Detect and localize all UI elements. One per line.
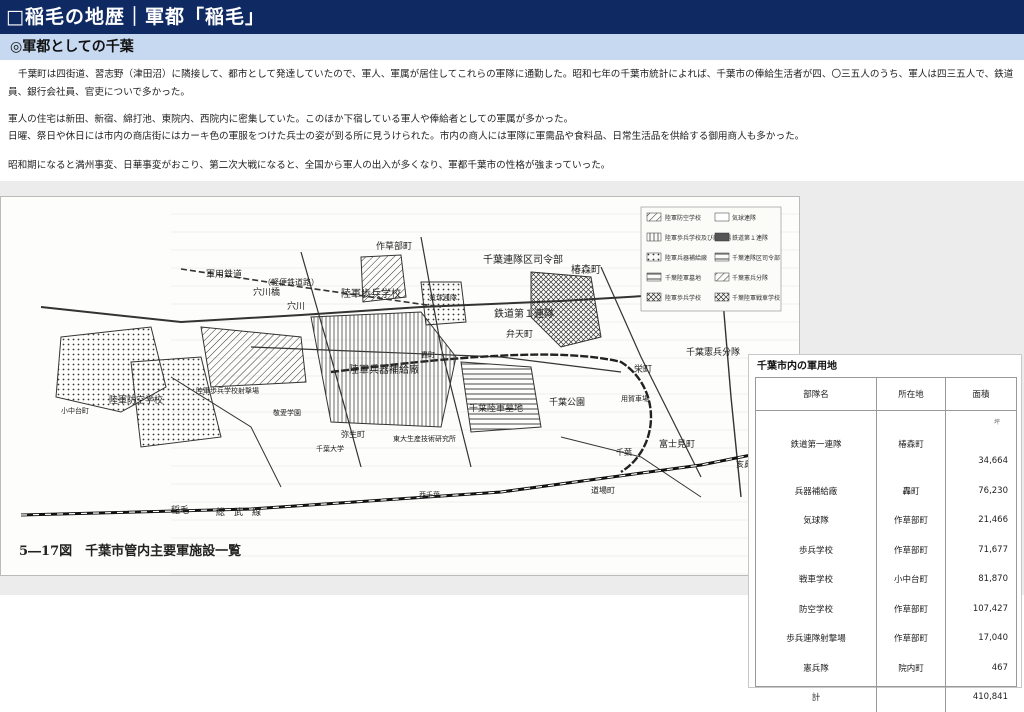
map-label-chiba-st: 千葉 [616, 447, 632, 457]
map-label-keiben: （軽便鉄道路） [263, 277, 319, 287]
cell-area: 71,677 [946, 535, 1017, 565]
cell-area-value: 34,664 [978, 456, 1008, 466]
body-paragraph-3: 日曜、祭日や休日には市内の商店街にはカーキ色の軍服をつけた兵士の姿が到る所に見う… [8, 128, 1016, 146]
cell-unit: 防空学校 [756, 594, 877, 624]
map-label-youkaido: 用賀車場 [621, 394, 649, 403]
section-heading: ◎軍都としての千葉 [0, 34, 1024, 60]
cell-area: 17,040 [946, 624, 1017, 654]
table-header-row: 部隊名 所在地 面積 [756, 378, 1016, 411]
cell-unit: 憲兵隊 [756, 653, 877, 683]
cell-area: 81,870 [946, 565, 1017, 595]
body-paragraph-1: 千葉町は四街道、習志野（津田沼）に隣接して、都市として発達していたので、軍人、軍… [8, 66, 1016, 102]
map-label-yayoi: 弥生町 [341, 429, 365, 439]
body-paragraph-4: 昭和期になると満州事変、日華事変がおこり、第二次大戦になると、全国から軍人の出入… [8, 157, 1016, 175]
map-label-shireibu: 千葉連隊区司令部 [483, 253, 563, 266]
legend-label-6: 気球連隊 [732, 214, 756, 222]
cell-unit: 兵器補給廠 [756, 476, 877, 506]
map-label-kaoru: 東大生産技術研究所 [393, 434, 456, 443]
cell-location: 作草部町 [877, 594, 946, 624]
table-title: 千葉市内の軍用地 [757, 357, 837, 372]
body-paragraph-2: 軍人の住宅は新田、新宿、綿打池、東院内、西院内に密集していた。このほか下宿してい… [8, 111, 1016, 129]
map-legend: 陸軍防空学校 陸軍歩兵学校及び射撃場 陸軍兵器補給廠 千葉陸軍墓地 陸軍歩兵学校… [641, 207, 781, 311]
column-header-unit: 部隊名 [756, 378, 877, 411]
legend-label-8: 千葉連隊区司令部 [732, 254, 780, 262]
map-label-sakusabe: 作草部町 [376, 240, 412, 252]
map-label-doai: 道場町 [591, 485, 615, 495]
map-label-hohei-shageki: 陸軍歩兵学校射撃場 [196, 386, 259, 395]
map-label-heiki: 陸軍兵器補給廠 [349, 363, 419, 376]
map-label-nishi: 西千葉 [419, 490, 440, 499]
table-row: 鉄道第一連隊 椿森町 坪 34,664 [756, 411, 1016, 477]
map-label-kikyu: 気球連隊 [429, 293, 457, 302]
area-rikugun-bochi [461, 362, 541, 432]
cell-location: 作草部町 [877, 535, 946, 565]
map-label-boku-gakko: 陸軍防空学校 [109, 394, 163, 406]
table-row: 防空学校 作草部町 107,427 [756, 594, 1016, 624]
legend-label-1: 陸軍防空学校 [665, 214, 701, 222]
map-label-chiba-univ: 千葉大学 [316, 444, 344, 453]
legend-label-5: 陸軍歩兵学校 [665, 294, 701, 302]
table-row: 気球隊 作草部町 21,466 [756, 506, 1016, 536]
column-header-location: 所在地 [877, 378, 946, 411]
map-caption: 5―17図 千葉市管内主要軍施設一覧 [19, 543, 241, 559]
military-land-table: 部隊名 所在地 面積 鉄道第一連隊 椿森町 坪 34,664 兵器補給廠 轟町 7… [756, 378, 1016, 712]
cell-unit: 歩兵連隊射撃場 [756, 624, 877, 654]
table-row: 歩兵連隊射撃場 作草部町 17,040 [756, 624, 1016, 654]
map-label-kenpei: 千葉憲兵分隊 [686, 346, 740, 358]
cell-location: 轟町 [877, 476, 946, 506]
cell-total-label: 計 [756, 683, 877, 712]
column-header-area: 面積 [946, 378, 1017, 411]
map-label-komanaka: 小中台町 [61, 406, 89, 415]
map-label-anagawa: 穴川 [287, 300, 305, 312]
map-label-inage: 稲毛 [171, 504, 189, 516]
military-facilities-map: 陸軍防空学校 陸軍歩兵学校及び射撃場 陸軍兵器補給廠 千葉陸軍墓地 陸軍歩兵学校… [0, 196, 800, 576]
cell-unit: 鉄道第一連隊 [756, 411, 877, 477]
cell-location: 院内町 [877, 653, 946, 683]
table-row: 兵器補給廠 轟町 76,230 [756, 476, 1016, 506]
area-unit-label: 坪 [994, 417, 1000, 426]
table-row: 憲兵隊 院内町 467 [756, 653, 1016, 683]
cell-location: 椿森町 [877, 411, 946, 477]
table-box: 部隊名 所在地 面積 鉄道第一連隊 椿森町 坪 34,664 兵器補給廠 轟町 7… [755, 377, 1017, 687]
cell-location: 作草部町 [877, 624, 946, 654]
table-total-row: 計 410,841 [756, 683, 1016, 712]
legend-label-7: 鉄道第１連隊 [732, 234, 768, 242]
cell-area: 76,230 [946, 476, 1017, 506]
map-label-tsubakimori: 椿森町 [571, 263, 601, 276]
map-label-keiai: 敬愛学園 [273, 408, 301, 417]
map-label-fujimi: 富士見町 [659, 438, 695, 450]
map-label-sobu: 総 武 線 [216, 506, 261, 518]
map-label-todoroki: 轟町 [421, 350, 435, 359]
table-row: 歩兵学校 作草部町 71,677 [756, 535, 1016, 565]
cell-location [877, 683, 946, 712]
area-kikyu-rentai [421, 282, 466, 325]
cell-area: 467 [946, 653, 1017, 683]
cell-unit: 戦車学校 [756, 565, 877, 595]
map-label-hohei-gakko: 陸軍歩兵学校 [341, 287, 401, 300]
cell-location: 小中台町 [877, 565, 946, 595]
cell-location: 作草部町 [877, 506, 946, 536]
map-label-military-railway: 軍用鉄道 [206, 268, 242, 280]
map-drawing: 陸軍防空学校 陸軍歩兵学校及び射撃場 陸軍兵器補給廠 千葉陸軍墓地 陸軍歩兵学校… [1, 197, 799, 575]
map-label-bochi: 千葉陸軍墓地 [469, 402, 523, 414]
cell-area: 21,466 [946, 506, 1017, 536]
legend-label-10: 千葉陸軍戦車学校 [732, 294, 780, 302]
cell-total-area: 410,841 [946, 683, 1017, 712]
map-label-koen: 千葉公園 [549, 396, 585, 408]
cell-unit: 気球隊 [756, 506, 877, 536]
map-label-sakae: 栄町 [634, 363, 652, 375]
cell-area: 107,427 [946, 594, 1017, 624]
table-row: 戦車学校 小中台町 81,870 [756, 565, 1016, 595]
map-label-benten: 弁天町 [506, 328, 533, 340]
military-land-table-panel: 千葉市内の軍用地 部隊名 所在地 面積 鉄道第一連隊 椿森町 坪 34,664 兵… [748, 354, 1022, 688]
map-label-anagawa-bashi: 穴川橋 [253, 286, 280, 298]
cell-area: 坪 34,664 [946, 411, 1017, 477]
page-title: □稲毛の地歴｜軍都「稲毛」 [0, 0, 1024, 34]
legend-label-9: 千葉憲兵分隊 [732, 274, 768, 282]
map-label-tetsudo-rentai: 鉄道第１連隊 [494, 307, 554, 320]
area-boku-gakko [201, 327, 306, 387]
legend-label-4: 千葉陸軍墓地 [665, 274, 701, 282]
cell-unit: 歩兵学校 [756, 535, 877, 565]
legend-label-3: 陸軍兵器補給廠 [665, 254, 707, 262]
